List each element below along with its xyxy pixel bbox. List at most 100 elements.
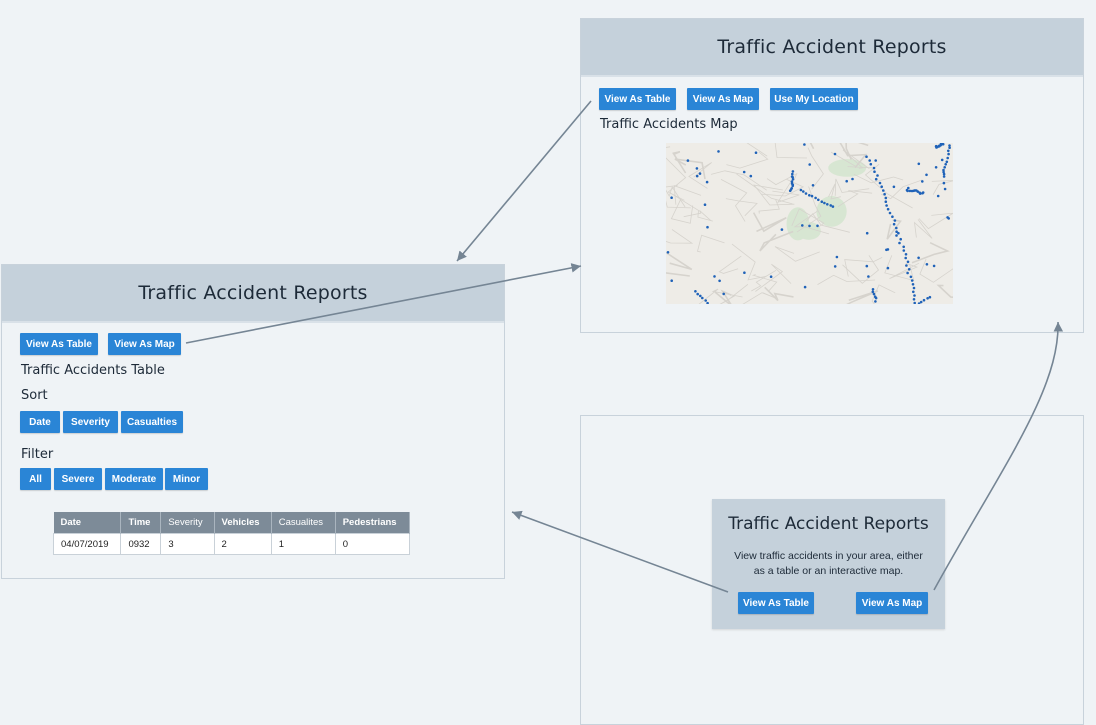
accident-marker[interactable] [919,300,923,304]
view-as-map-button[interactable]: View As Map [108,333,181,355]
accident-marker[interactable] [880,185,883,188]
accident-marker[interactable] [695,174,699,178]
accident-marker[interactable] [876,174,879,177]
accident-marker[interactable] [925,263,929,266]
accident-marker[interactable] [936,194,940,198]
accident-marker[interactable] [898,241,901,245]
accident-marker[interactable] [810,194,814,198]
accident-marker[interactable] [892,185,896,189]
accident-marker[interactable] [872,166,876,170]
accident-marker[interactable] [912,286,916,290]
accident-marker[interactable] [942,181,946,185]
accident-marker[interactable] [670,196,673,199]
accident-marker[interactable] [718,279,721,283]
accident-marker[interactable] [713,275,716,278]
accident-marker[interactable] [925,173,928,177]
accident-marker[interactable] [698,172,702,175]
accident-marker[interactable] [917,162,921,166]
accident-marker[interactable] [835,255,839,259]
accident-marker[interactable] [769,275,773,278]
accident-marker[interactable] [804,192,808,195]
accident-marker[interactable] [808,194,811,197]
accident-marker[interactable] [865,155,868,158]
accident-marker[interactable] [851,177,854,181]
accident-marker[interactable] [892,222,896,226]
accident-marker[interactable] [893,219,897,222]
accident-marker[interactable] [904,256,907,260]
accident-marker[interactable] [932,264,936,268]
accident-marker[interactable] [878,181,882,185]
accident-marker[interactable] [945,160,949,164]
accident-marker[interactable] [867,275,870,278]
accident-marker[interactable] [935,146,938,149]
use-my-location-button[interactable]: Use My Location [770,88,858,110]
filter-all-button[interactable]: All [20,468,51,490]
accident-marker[interactable] [909,275,913,279]
accident-marker[interactable] [899,237,902,241]
accident-marker[interactable] [717,150,720,153]
accident-marker[interactable] [922,298,926,302]
accident-marker[interactable] [754,151,758,154]
accident-marker[interactable] [801,224,804,227]
accident-marker[interactable] [944,163,947,166]
accident-marker[interactable] [799,188,803,192]
accident-marker[interactable] [670,279,673,282]
column-header-casualties[interactable]: Casualites [271,512,336,534]
accident-marker[interactable] [820,200,824,203]
accident-marker[interactable] [874,177,878,181]
accident-marker[interactable] [928,295,932,299]
accident-marker[interactable] [907,268,911,271]
accident-marker[interactable] [816,224,819,228]
accident-marker[interactable] [706,225,709,229]
accident-marker[interactable] [921,191,925,194]
accident-marker[interactable] [823,201,826,205]
accident-marker[interactable] [891,215,894,218]
accident-marker[interactable] [906,260,910,264]
accident-marker[interactable] [808,224,811,228]
column-header-pedestrians[interactable]: Pedestrians [335,512,411,534]
accident-marker[interactable] [885,248,888,252]
accident-marker[interactable] [803,143,806,146]
accident-marker[interactable] [791,184,794,188]
accident-marker[interactable] [845,179,848,183]
accident-marker[interactable] [833,152,837,156]
accident-marker[interactable] [704,299,707,302]
view-as-table-button[interactable]: View As Table [599,88,676,110]
accident-marker[interactable] [948,146,951,149]
accident-marker[interactable] [888,211,892,215]
filter-severe-button[interactable]: Severe [54,468,102,490]
accident-marker[interactable] [947,152,950,156]
accident-marker[interactable] [695,167,699,170]
accident-marker[interactable] [788,189,792,193]
accident-marker[interactable] [943,187,947,191]
filter-moderate-button[interactable]: Moderate [105,468,163,490]
accident-marker[interactable] [814,196,817,200]
view-as-table-button[interactable]: View As Table [738,592,814,614]
accident-marker[interactable] [701,296,704,300]
accident-marker[interactable] [873,170,876,173]
accident-marker[interactable] [882,189,885,192]
accident-marker[interactable] [868,159,871,162]
accident-marker[interactable] [926,297,929,300]
accident-marker[interactable] [917,256,920,260]
accident-marker[interactable] [902,245,905,249]
accident-marker[interactable] [872,292,876,296]
accident-marker[interactable] [865,264,869,268]
accident-marker[interactable] [886,266,890,270]
accident-marker[interactable] [883,192,886,196]
accident-marker[interactable] [696,292,699,296]
column-header-severity[interactable]: Severity [160,512,215,534]
accident-marker[interactable] [884,196,888,200]
accident-marker[interactable] [803,285,807,289]
accident-marker[interactable] [874,159,877,162]
accident-marker[interactable] [942,172,946,176]
sort-casualties-button[interactable]: Casualties [121,411,183,433]
filter-minor-button[interactable]: Minor [165,468,208,490]
accident-marker[interactable] [884,200,888,203]
accident-marker[interactable] [742,170,746,174]
accident-marker[interactable] [666,251,670,254]
accident-marker[interactable] [911,283,915,286]
accident-marker[interactable] [743,271,746,274]
accident-marker[interactable] [826,203,829,206]
accident-marker[interactable] [871,288,875,291]
